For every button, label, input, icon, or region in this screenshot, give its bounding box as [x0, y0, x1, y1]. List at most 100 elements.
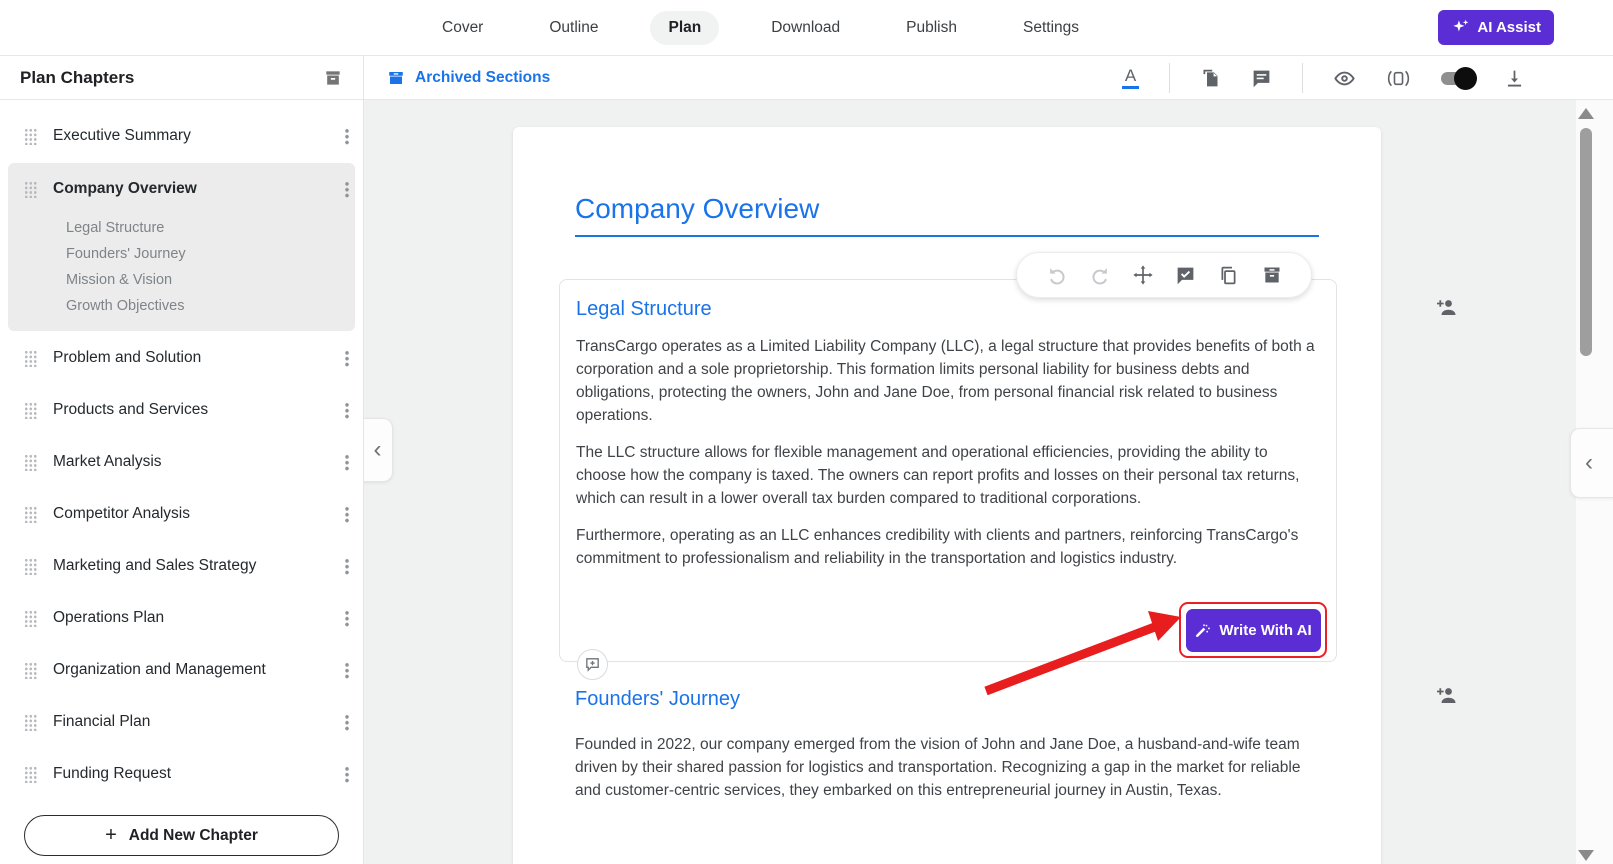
- drag-handle-icon[interactable]: [24, 609, 37, 627]
- chapter-list: Executive Summary Company Overview Legal…: [0, 101, 363, 864]
- ai-assist-button[interactable]: AI Assist: [1438, 10, 1554, 45]
- focus-mode-button[interactable]: [1386, 67, 1411, 90]
- sidebar-item-financial-plan[interactable]: Financial Plan: [0, 696, 363, 748]
- kebab-menu-icon[interactable]: [345, 713, 349, 731]
- legal-paragraph-2[interactable]: The LLC structure allows for flexible ma…: [576, 441, 1320, 510]
- sidebar-item-company-overview[interactable]: Company Overview: [8, 163, 355, 215]
- add-comment-button[interactable]: [577, 649, 608, 680]
- kebab-menu-icon[interactable]: [345, 505, 349, 523]
- drag-handle-icon[interactable]: [24, 180, 37, 198]
- archive-box-icon: [387, 69, 405, 87]
- drag-handle-icon[interactable]: [24, 661, 37, 679]
- sidebar-item-marketing-sales-strategy[interactable]: Marketing and Sales Strategy: [0, 540, 363, 592]
- kebab-menu-icon[interactable]: [345, 401, 349, 419]
- main-area: Archived Sections A Company Overview Fou…: [364, 56, 1613, 864]
- legal-structure-section[interactable]: Legal Structure TransCargo operates as a…: [559, 279, 1337, 662]
- archived-sections-button[interactable]: Archived Sections: [387, 69, 550, 87]
- legal-structure-heading[interactable]: Legal Structure: [576, 298, 1320, 321]
- scroll-down-arrow[interactable]: [1578, 850, 1594, 861]
- undo-button[interactable]: [1046, 264, 1068, 286]
- text-color-button[interactable]: A: [1122, 67, 1139, 89]
- tab-settings[interactable]: Settings: [1009, 11, 1093, 45]
- tab-plan[interactable]: Plan: [650, 11, 720, 45]
- drag-handle-icon[interactable]: [24, 505, 37, 523]
- sidebar-header: Plan Chapters: [0, 56, 363, 100]
- drag-handle-icon[interactable]: [24, 713, 37, 731]
- sidebar-item-operations-plan[interactable]: Operations Plan: [0, 592, 363, 644]
- preview-button[interactable]: [1333, 67, 1356, 90]
- kebab-menu-icon[interactable]: [345, 661, 349, 679]
- sidebar-item-market-analysis[interactable]: Market Analysis: [0, 436, 363, 488]
- kebab-menu-icon[interactable]: [345, 557, 349, 575]
- kebab-menu-icon[interactable]: [345, 453, 349, 471]
- toggle-knob[interactable]: [1454, 66, 1477, 90]
- copy-icon: [1221, 266, 1236, 284]
- legal-paragraph-1[interactable]: TransCargo operates as a Limited Liabili…: [576, 335, 1320, 427]
- tab-download[interactable]: Download: [757, 11, 854, 45]
- redo-button[interactable]: [1089, 264, 1111, 286]
- write-with-ai-label: Write With AI: [1219, 621, 1312, 639]
- sidebar-subitem-growth-objectives[interactable]: Growth Objectives: [66, 293, 355, 319]
- founders-journey-paragraph[interactable]: Founded in 2022, our company emerged fro…: [575, 733, 1319, 802]
- tab-publish[interactable]: Publish: [892, 11, 971, 45]
- kebab-menu-icon[interactable]: [345, 180, 349, 198]
- chapter-title[interactable]: Company Overview: [575, 193, 819, 225]
- kebab-menu-icon[interactable]: [345, 765, 349, 783]
- section-floating-toolbar: [1016, 252, 1312, 298]
- open-right-panel-tab[interactable]: ‹: [1570, 428, 1613, 498]
- tab-cover[interactable]: Cover: [428, 11, 497, 45]
- copy-section-button[interactable]: [1218, 265, 1240, 286]
- drag-handle-icon[interactable]: [24, 401, 37, 419]
- add-collaborator-icon[interactable]: [1434, 296, 1458, 320]
- sidebar-item-products-and-services[interactable]: Products and Services: [0, 384, 363, 436]
- download-button[interactable]: [1504, 68, 1525, 89]
- archive-icon[interactable]: [323, 68, 343, 88]
- add-collaborator-icon[interactable]: [1434, 684, 1458, 708]
- legal-paragraph-3[interactable]: Furthermore, operating as an LLC enhance…: [576, 524, 1320, 570]
- chapter-label: Products and Services: [53, 401, 209, 418]
- drag-handle-icon[interactable]: [24, 127, 37, 145]
- toolbar-icons: A: [1122, 56, 1525, 100]
- toggle-track[interactable]: [1441, 66, 1477, 90]
- kebab-menu-icon[interactable]: [345, 609, 349, 627]
- chevron-left-icon: ‹: [1585, 449, 1593, 476]
- kebab-menu-icon[interactable]: [345, 349, 349, 367]
- focus-mode-icon: [1387, 70, 1410, 86]
- founders-journey-heading[interactable]: Founders' Journey: [575, 688, 740, 711]
- chapter-label: Marketing and Sales Strategy: [53, 557, 257, 574]
- drag-handle-icon[interactable]: [24, 453, 37, 471]
- mode-toggle[interactable]: [1441, 66, 1477, 90]
- sidebar-item-company-overview-group: Company Overview Legal Structure Founder…: [8, 163, 355, 331]
- drag-handle-icon[interactable]: [24, 765, 37, 783]
- move-section-button[interactable]: [1132, 264, 1154, 286]
- collapse-sidebar-tab[interactable]: ‹: [364, 418, 393, 482]
- drag-handle-icon[interactable]: [24, 557, 37, 575]
- chapter-label: Competitor Analysis: [53, 505, 190, 522]
- archive-section-button[interactable]: [1261, 265, 1283, 285]
- nav-tabs: Cover Outline Plan Download Publish Sett…: [428, 0, 1093, 56]
- scrollbar-thumb[interactable]: [1580, 128, 1592, 356]
- sidebar-subitem-mission-vision[interactable]: Mission & Vision: [66, 267, 355, 293]
- drag-handle-icon[interactable]: [24, 349, 37, 367]
- write-with-ai-highlight: Write With AI: [1179, 602, 1327, 658]
- resolve-comment-button[interactable]: [1175, 265, 1197, 286]
- tab-outline[interactable]: Outline: [535, 11, 612, 45]
- pages-button[interactable]: [1200, 68, 1221, 89]
- chapter-label: Problem and Solution: [53, 349, 202, 366]
- chapter-label: Financial Plan: [53, 713, 151, 730]
- sidebar-item-organization-management[interactable]: Organization and Management: [0, 644, 363, 696]
- archived-sections-label: Archived Sections: [415, 68, 551, 86]
- text-color-underline: [1122, 86, 1139, 89]
- sidebar-subitem-legal-structure[interactable]: Legal Structure: [66, 215, 355, 241]
- comment-button[interactable]: [1251, 68, 1272, 89]
- sidebar-subitem-founders-journey[interactable]: Founders' Journey: [66, 241, 355, 267]
- scroll-up-arrow[interactable]: [1578, 108, 1594, 119]
- sidebar-item-funding-request[interactable]: Funding Request: [0, 748, 363, 800]
- kebab-menu-icon[interactable]: [345, 127, 349, 145]
- write-with-ai-button[interactable]: Write With AI: [1185, 608, 1321, 652]
- add-new-chapter-button[interactable]: + Add New Chapter: [24, 815, 339, 856]
- comment-icon: [1253, 70, 1270, 87]
- sidebar-item-competitor-analysis[interactable]: Competitor Analysis: [0, 488, 363, 540]
- sidebar-item-problem-and-solution[interactable]: Problem and Solution: [0, 332, 363, 384]
- sidebar-item-executive-summary[interactable]: Executive Summary: [0, 110, 363, 162]
